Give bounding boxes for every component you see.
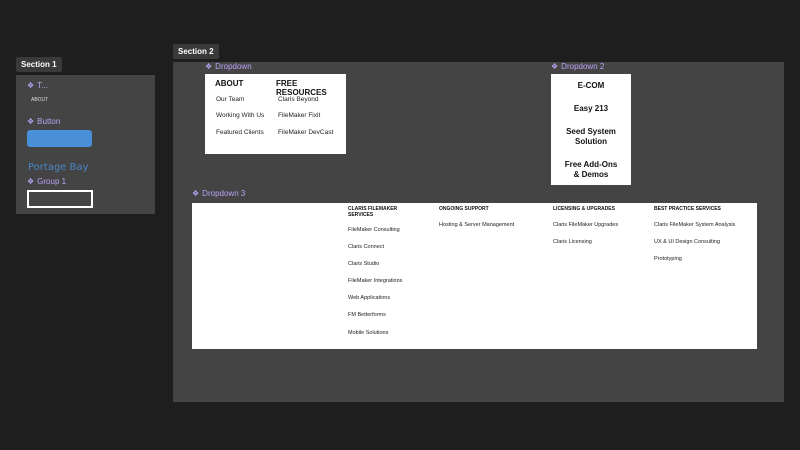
menu-item[interactable]: Claris FileMaker System Analysis <box>654 222 735 228</box>
dropdown-item[interactable]: FileMaker DevCast <box>278 129 333 136</box>
menu-item[interactable]: UX & UI Design Consulting <box>654 239 720 245</box>
button-component-label-text: Button <box>37 117 61 126</box>
button-component-label[interactable]: ❖ Button <box>27 117 60 126</box>
column-heading[interactable]: LICENSING & UPGRADES <box>553 206 615 212</box>
dropdown-2-label-text: Dropdown 2 <box>561 62 605 71</box>
dropdown-2-label[interactable]: ❖ Dropdown 2 <box>551 62 604 71</box>
component-diamond-icon: ❖ <box>27 80 35 90</box>
menu-item[interactable]: FileMaker Integrations <box>348 278 402 284</box>
text-component-label[interactable]: ❖ T... <box>27 81 48 90</box>
menu-item[interactable]: Web Applications <box>348 295 390 301</box>
dropdown-label[interactable]: ❖ Dropdown <box>205 62 252 71</box>
dropdown-3-label-text: Dropdown 3 <box>202 189 246 198</box>
about-text-component[interactable]: ABOUT <box>31 97 48 103</box>
component-diamond-icon: ❖ <box>192 188 200 198</box>
column-heading[interactable]: BEST PRACTICE SERVICES <box>654 206 721 212</box>
menu-item[interactable]: Claris Connect <box>348 244 384 250</box>
text-component-label-text: T... <box>37 81 48 90</box>
section-1-frame[interactable]: ❖ T... ABOUT ❖ Button Portage Bay ❖ Grou… <box>16 75 155 214</box>
group-1-box[interactable] <box>27 190 93 208</box>
dropdown-1-panel[interactable]: ABOUT Our Team Working With Us Featured … <box>205 74 346 154</box>
menu-item[interactable]: Hosting & Server Management <box>439 222 514 228</box>
menu-item[interactable]: Prototyping <box>654 256 682 262</box>
section-2-tag[interactable]: Section 2 <box>173 44 219 59</box>
dropdown-item[interactable]: Our Team <box>216 96 244 103</box>
logo-text: Portage Bay <box>28 162 89 173</box>
menu-item[interactable]: Claris FileMaker Upgrades <box>553 222 618 228</box>
dropdown-3-label[interactable]: ❖ Dropdown 3 <box>192 189 245 198</box>
menu-item[interactable]: FileMaker Consulting <box>348 227 400 233</box>
dropdown-item[interactable]: Featured Clients <box>216 129 264 136</box>
dropdown-item[interactable]: Seed System Solution <box>551 127 631 146</box>
blue-button[interactable] <box>27 130 92 147</box>
column-heading[interactable]: CLARIS FILEMAKER SERVICES <box>348 206 418 218</box>
group-1-label-text: Group 1 <box>37 177 67 186</box>
dropdown-label-text: Dropdown <box>215 62 252 71</box>
menu-item[interactable]: Mobile Solutions <box>348 330 388 336</box>
section-1-tag[interactable]: Section 1 <box>16 57 62 72</box>
menu-item[interactable]: FM Betterforms <box>348 312 386 318</box>
dropdown-item[interactable]: Claris Beyond <box>278 96 318 103</box>
portage-bay-logo: Portage Bay <box>28 162 89 173</box>
group-1-label[interactable]: ❖ Group 1 <box>27 177 66 186</box>
component-diamond-icon: ❖ <box>205 61 213 71</box>
component-diamond-icon: ❖ <box>27 176 35 186</box>
dropdown-item[interactable]: Free Add-Ons & Demos <box>551 160 631 179</box>
column-heading[interactable]: ONGOING SUPPORT <box>439 206 489 212</box>
about-heading[interactable]: ABOUT <box>215 79 243 88</box>
free-resources-heading[interactable]: FREE RESOURCES <box>276 79 346 97</box>
dropdown-item[interactable]: FileMaker Fixit <box>278 112 320 119</box>
menu-item[interactable]: Claris Studio <box>348 261 379 267</box>
dropdown-item[interactable]: Working With Us <box>216 112 264 119</box>
dropdown-3-panel[interactable]: CLARIS FILEMAKER SERVICES FileMaker Cons… <box>192 203 757 349</box>
dropdown-2-panel[interactable]: E-COM Easy 213 Seed System Solution Free… <box>551 74 631 185</box>
component-diamond-icon: ❖ <box>27 116 35 126</box>
dropdown-item[interactable]: Easy 213 <box>551 104 631 114</box>
menu-item[interactable]: Claris Licensing <box>553 239 592 245</box>
component-diamond-icon: ❖ <box>551 61 559 71</box>
dropdown-item[interactable]: E-COM <box>551 81 631 91</box>
